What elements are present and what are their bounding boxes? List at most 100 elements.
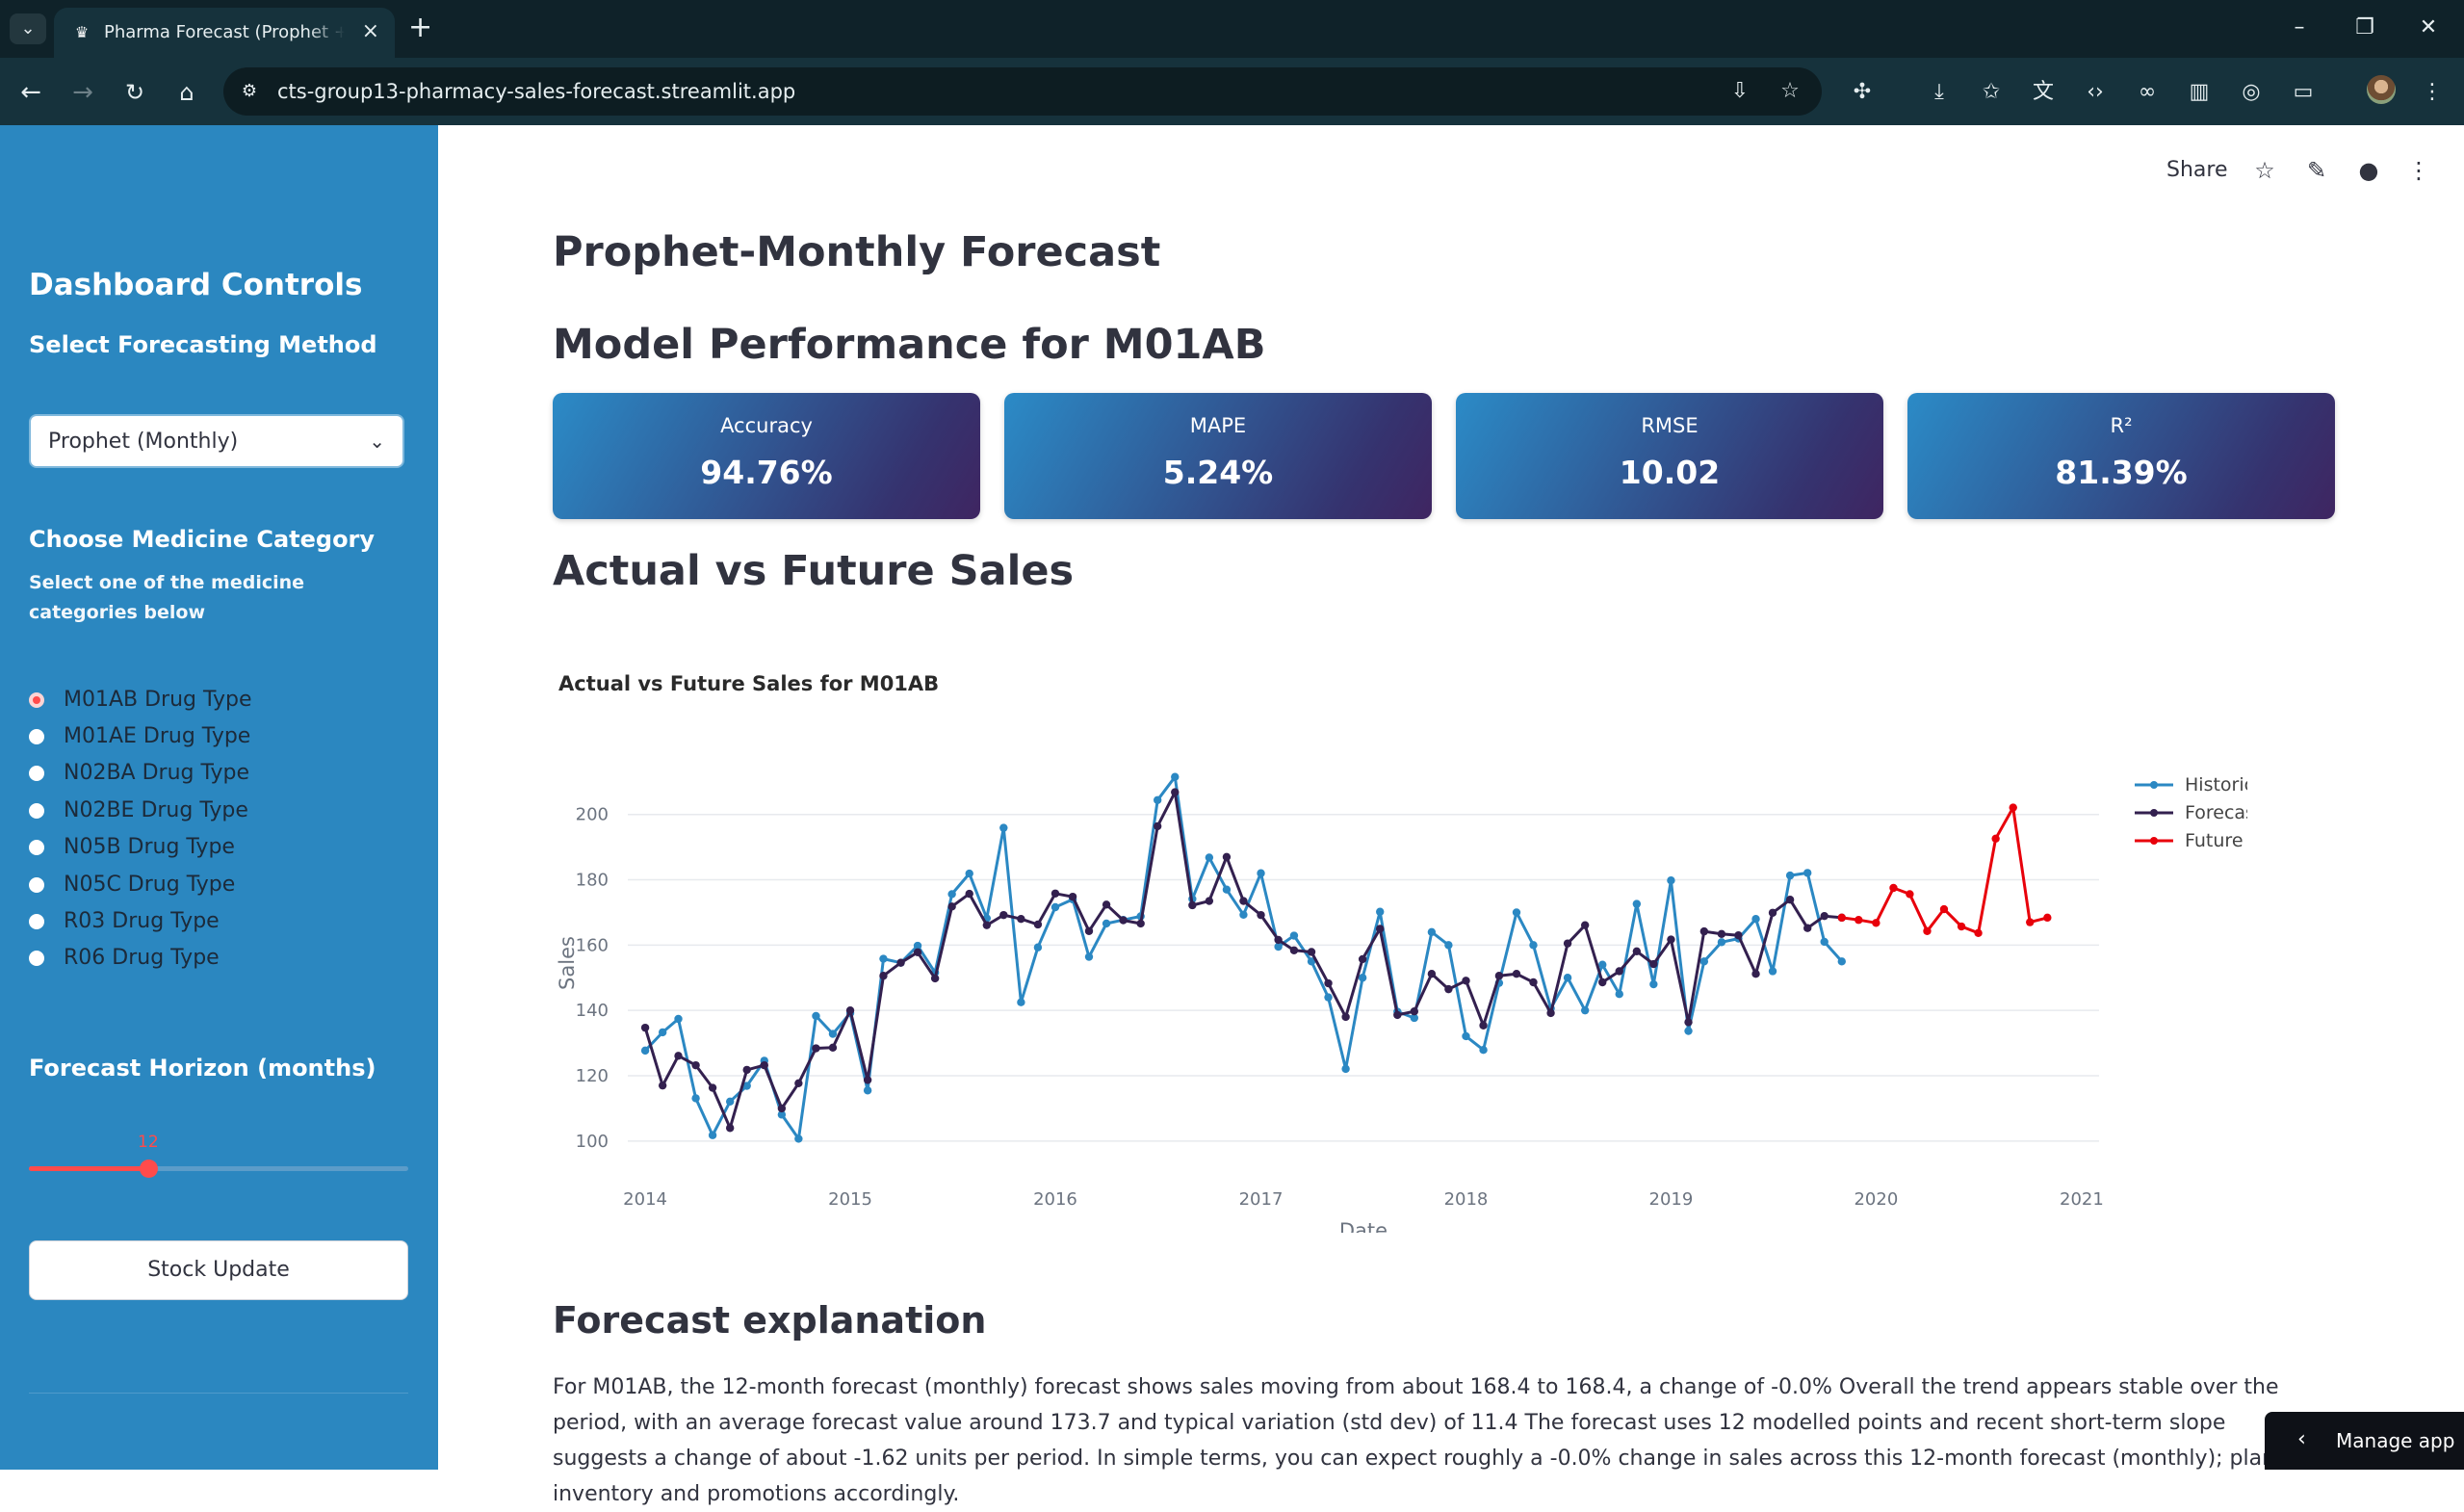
browser-tab-strip: ⌄ ♛ Pharma Forecast (Prophet + XGBoost) … (0, 0, 2464, 58)
extensions-puzzle-icon[interactable]: ✣ (1845, 75, 1880, 110)
data-point (1512, 908, 1521, 917)
radio-button[interactable] (29, 803, 44, 819)
minimize-window-icon[interactable]: – (2280, 13, 2319, 42)
side-panel-icon[interactable]: ▭ (2286, 75, 2321, 110)
reading-mode-icon[interactable]: ▥ (2182, 75, 2217, 110)
stock-update-button[interactable]: Stock Update (29, 1240, 408, 1300)
y-tick-label: 160 (576, 935, 609, 955)
data-point (1033, 943, 1043, 952)
chevron-left-icon: ‹ (2297, 1427, 2306, 1451)
data-point (1649, 959, 1658, 969)
sales-chart[interactable]: Actual vs Future Sales for M01AB 100 120 1… (553, 655, 2247, 1233)
data-point (1205, 897, 1214, 905)
data-point (1050, 889, 1060, 898)
radio-option[interactable]: N02BE Drug Type (29, 796, 395, 827)
data-point (674, 1014, 683, 1024)
favorite-star-icon[interactable]: ☆ (2249, 154, 2280, 187)
data-point (1376, 925, 1385, 933)
radio-option[interactable]: R03 Drug Type (29, 907, 395, 938)
performance-heading: Model Performance for M01AB (553, 321, 1266, 369)
data-point (777, 1104, 787, 1113)
radio-button[interactable] (29, 914, 44, 929)
metric-card-r2: R² 81.39% (1907, 393, 2335, 519)
data-point (930, 974, 940, 983)
data-point (1324, 978, 1333, 988)
tab-search-chevron-icon[interactable]: ⌄ (10, 13, 46, 44)
data-point (812, 1044, 820, 1053)
close-tab-icon[interactable]: × (362, 19, 379, 44)
data-point (1684, 1027, 1693, 1035)
data-point (1580, 1005, 1590, 1015)
restore-window-icon[interactable]: ❐ (2346, 13, 2384, 42)
close-window-icon[interactable]: ✕ (2409, 13, 2448, 42)
chart-canvas[interactable]: 100 120 140 160 180 200 2014 2015 2016 2017 2018 20… (553, 655, 2247, 1233)
data-point (1494, 972, 1504, 980)
radio-button[interactable] (29, 692, 44, 708)
data-point (1699, 957, 1709, 966)
back-arrow-icon[interactable]: ← (13, 75, 48, 110)
data-point (691, 1094, 700, 1103)
radio-option[interactable]: M01AE Drug Type (29, 722, 395, 753)
data-point (845, 1005, 855, 1015)
install-app-icon[interactable]: ⇩ (1725, 77, 1754, 106)
data-point (1084, 952, 1094, 961)
data-point (896, 958, 905, 967)
browser-tab-active[interactable]: ♛ Pharma Forecast (Prophet + XGBoost) × (54, 8, 395, 58)
share-button[interactable]: Share (2166, 156, 2228, 185)
github-icon[interactable]: ● (2353, 154, 2384, 187)
data-point (1751, 915, 1760, 924)
radio-button[interactable] (29, 729, 44, 744)
data-point (1974, 928, 1983, 937)
address-bar[interactable]: ⚙ cts-group13-pharmacy-sales-forecast.st… (223, 67, 1822, 116)
radio-option[interactable]: N05B Drug Type (29, 833, 395, 864)
screenshot-icon[interactable]: ◎ (2234, 75, 2269, 110)
browser-menu-icon[interactable]: ⋮ (2415, 75, 2450, 110)
series-line (644, 775, 1843, 1140)
data-point (1598, 978, 1607, 987)
favorites-icon[interactable]: ✩ (1974, 75, 2009, 110)
radio-label: N02BE Drug Type (64, 798, 248, 822)
radio-option[interactable]: N02BA Drug Type (29, 759, 395, 790)
data-point (1427, 969, 1437, 978)
radio-option[interactable]: R06 Drug Type (29, 944, 395, 975)
new-tab-plus-icon[interactable]: + (408, 12, 432, 44)
radio-button[interactable] (29, 766, 44, 781)
data-point (913, 948, 922, 957)
translate-icon[interactable]: 文 (2026, 75, 2061, 110)
downloads-icon[interactable]: ⤓ (1922, 75, 1957, 110)
data-point (794, 1134, 803, 1143)
data-point (1820, 937, 1829, 947)
profile-avatar[interactable] (2367, 75, 2396, 104)
data-point (1837, 913, 1846, 923)
home-icon[interactable]: ⌂ (169, 75, 204, 110)
edit-pencil-icon[interactable]: ✎ (2301, 154, 2332, 187)
data-point (1462, 977, 1470, 985)
x-axis-label: Date (1339, 1219, 1388, 1233)
forward-arrow-icon[interactable]: → (65, 75, 100, 110)
reload-icon[interactable]: ↻ (117, 75, 152, 110)
method-select[interactable]: Prophet (Monthly) ⌄ (29, 414, 404, 468)
data-point (1632, 947, 1642, 955)
address-url[interactable]: cts-group13-pharmacy-sales-forecast.stre… (277, 79, 795, 104)
manage-app-button[interactable]: ‹ Manage app (2265, 1412, 2464, 1470)
data-point (640, 1046, 650, 1056)
radio-option[interactable]: N05C Drug Type (29, 871, 395, 901)
data-point (1615, 967, 1623, 976)
x-tick-label: 2019 (1649, 1189, 1694, 1210)
data-point (1751, 969, 1760, 978)
data-point (1854, 916, 1863, 925)
radio-button[interactable] (29, 840, 44, 855)
data-point (1785, 896, 1795, 904)
data-point (828, 1030, 838, 1038)
link-icon[interactable]: ∞ (2130, 75, 2165, 110)
radio-button[interactable] (29, 877, 44, 893)
metric-card-mape: MAPE 5.24% (1004, 393, 1432, 519)
code-icon[interactable]: ‹› (2078, 75, 2113, 110)
metric-label: RMSE (1641, 414, 1699, 437)
site-settings-icon[interactable]: ⚙ (237, 79, 262, 104)
app-menu-icon[interactable]: ⋮ (2403, 154, 2434, 187)
radio-option[interactable]: M01AB Drug Type (29, 686, 395, 717)
horizon-slider-thumb[interactable] (140, 1160, 158, 1178)
radio-button[interactable] (29, 951, 44, 966)
bookmark-star-icon[interactable]: ☆ (1776, 77, 1804, 106)
